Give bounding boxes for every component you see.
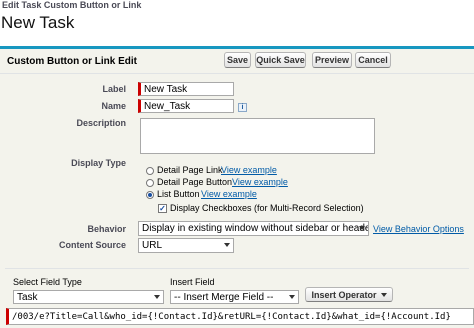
- info-icon[interactable]: i: [238, 103, 247, 112]
- name-input[interactable]: New_Task: [138, 99, 234, 113]
- chevron-down-icon: [359, 226, 365, 230]
- behavior-label: Behavior: [87, 224, 126, 234]
- content-source-select[interactable]: URL: [138, 238, 234, 253]
- formula-editor[interactable]: /003/e?Title=Call&who_id={!Contact.Id}&r…: [6, 308, 474, 325]
- insert-merge-field-value: -- Insert Merge Field --: [174, 291, 274, 303]
- display-checkboxes-checkbox[interactable]: ✓: [158, 204, 167, 213]
- behavior-select-value: Display in existing window without sideb…: [142, 223, 369, 234]
- list-button-example-link[interactable]: View example: [201, 189, 257, 199]
- description-field-label: Description: [76, 118, 126, 128]
- cancel-button[interactable]: Cancel: [355, 52, 391, 68]
- insert-operator-button[interactable]: Insert Operator: [305, 287, 393, 302]
- breadcrumb: Edit Task Custom Button or Link: [2, 0, 142, 10]
- detail-page-button-example-link[interactable]: View example: [232, 177, 288, 187]
- behavior-select[interactable]: Display in existing window without sideb…: [138, 221, 369, 236]
- select-field-type-value: Task: [17, 291, 38, 303]
- page-title: New Task: [1, 13, 75, 32]
- radio-detail-page-button[interactable]: [146, 179, 154, 187]
- radio-detail-page-link[interactable]: [146, 167, 154, 175]
- option-detail-page-link-label: Detail Page Link: [157, 165, 223, 175]
- insert-operator-label: Insert Operator: [311, 289, 377, 300]
- display-checkboxes-label: Display Checkboxes (for Multi-Record Sel…: [170, 203, 364, 213]
- section-title: Custom Button or Link Edit: [7, 56, 137, 67]
- display-type-label: Display Type: [71, 158, 126, 168]
- chevron-down-icon: [224, 243, 230, 247]
- preview-button[interactable]: Preview: [312, 52, 352, 68]
- radio-list-button[interactable]: [146, 191, 154, 199]
- insert-merge-field-select[interactable]: -- Insert Merge Field --: [170, 290, 299, 304]
- insert-field-label: Insert Field: [170, 277, 215, 287]
- select-field-type-label: Select Field Type: [13, 277, 82, 287]
- chevron-down-icon: [289, 295, 295, 299]
- quick-save-button[interactable]: Quick Save: [255, 52, 306, 68]
- label-input[interactable]: New Task: [138, 82, 234, 96]
- option-detail-page-button-label: Detail Page Button: [157, 177, 233, 187]
- option-list-button-label: List Button: [157, 189, 200, 199]
- chevron-down-icon: [154, 295, 160, 299]
- divider: [5, 268, 469, 269]
- chevron-down-icon: [380, 292, 387, 297]
- select-field-type-select[interactable]: Task: [13, 290, 164, 304]
- detail-page-link-example-link[interactable]: View example: [221, 165, 277, 175]
- view-behavior-options-link[interactable]: View Behavior Options: [373, 224, 464, 234]
- content-source-select-value: URL: [142, 240, 163, 251]
- description-textarea[interactable]: [140, 118, 375, 154]
- content-source-label: Content Source: [58, 240, 126, 250]
- save-button[interactable]: Save: [224, 52, 251, 68]
- name-field-label: Name: [101, 101, 126, 111]
- label-field-label: Label: [102, 84, 126, 94]
